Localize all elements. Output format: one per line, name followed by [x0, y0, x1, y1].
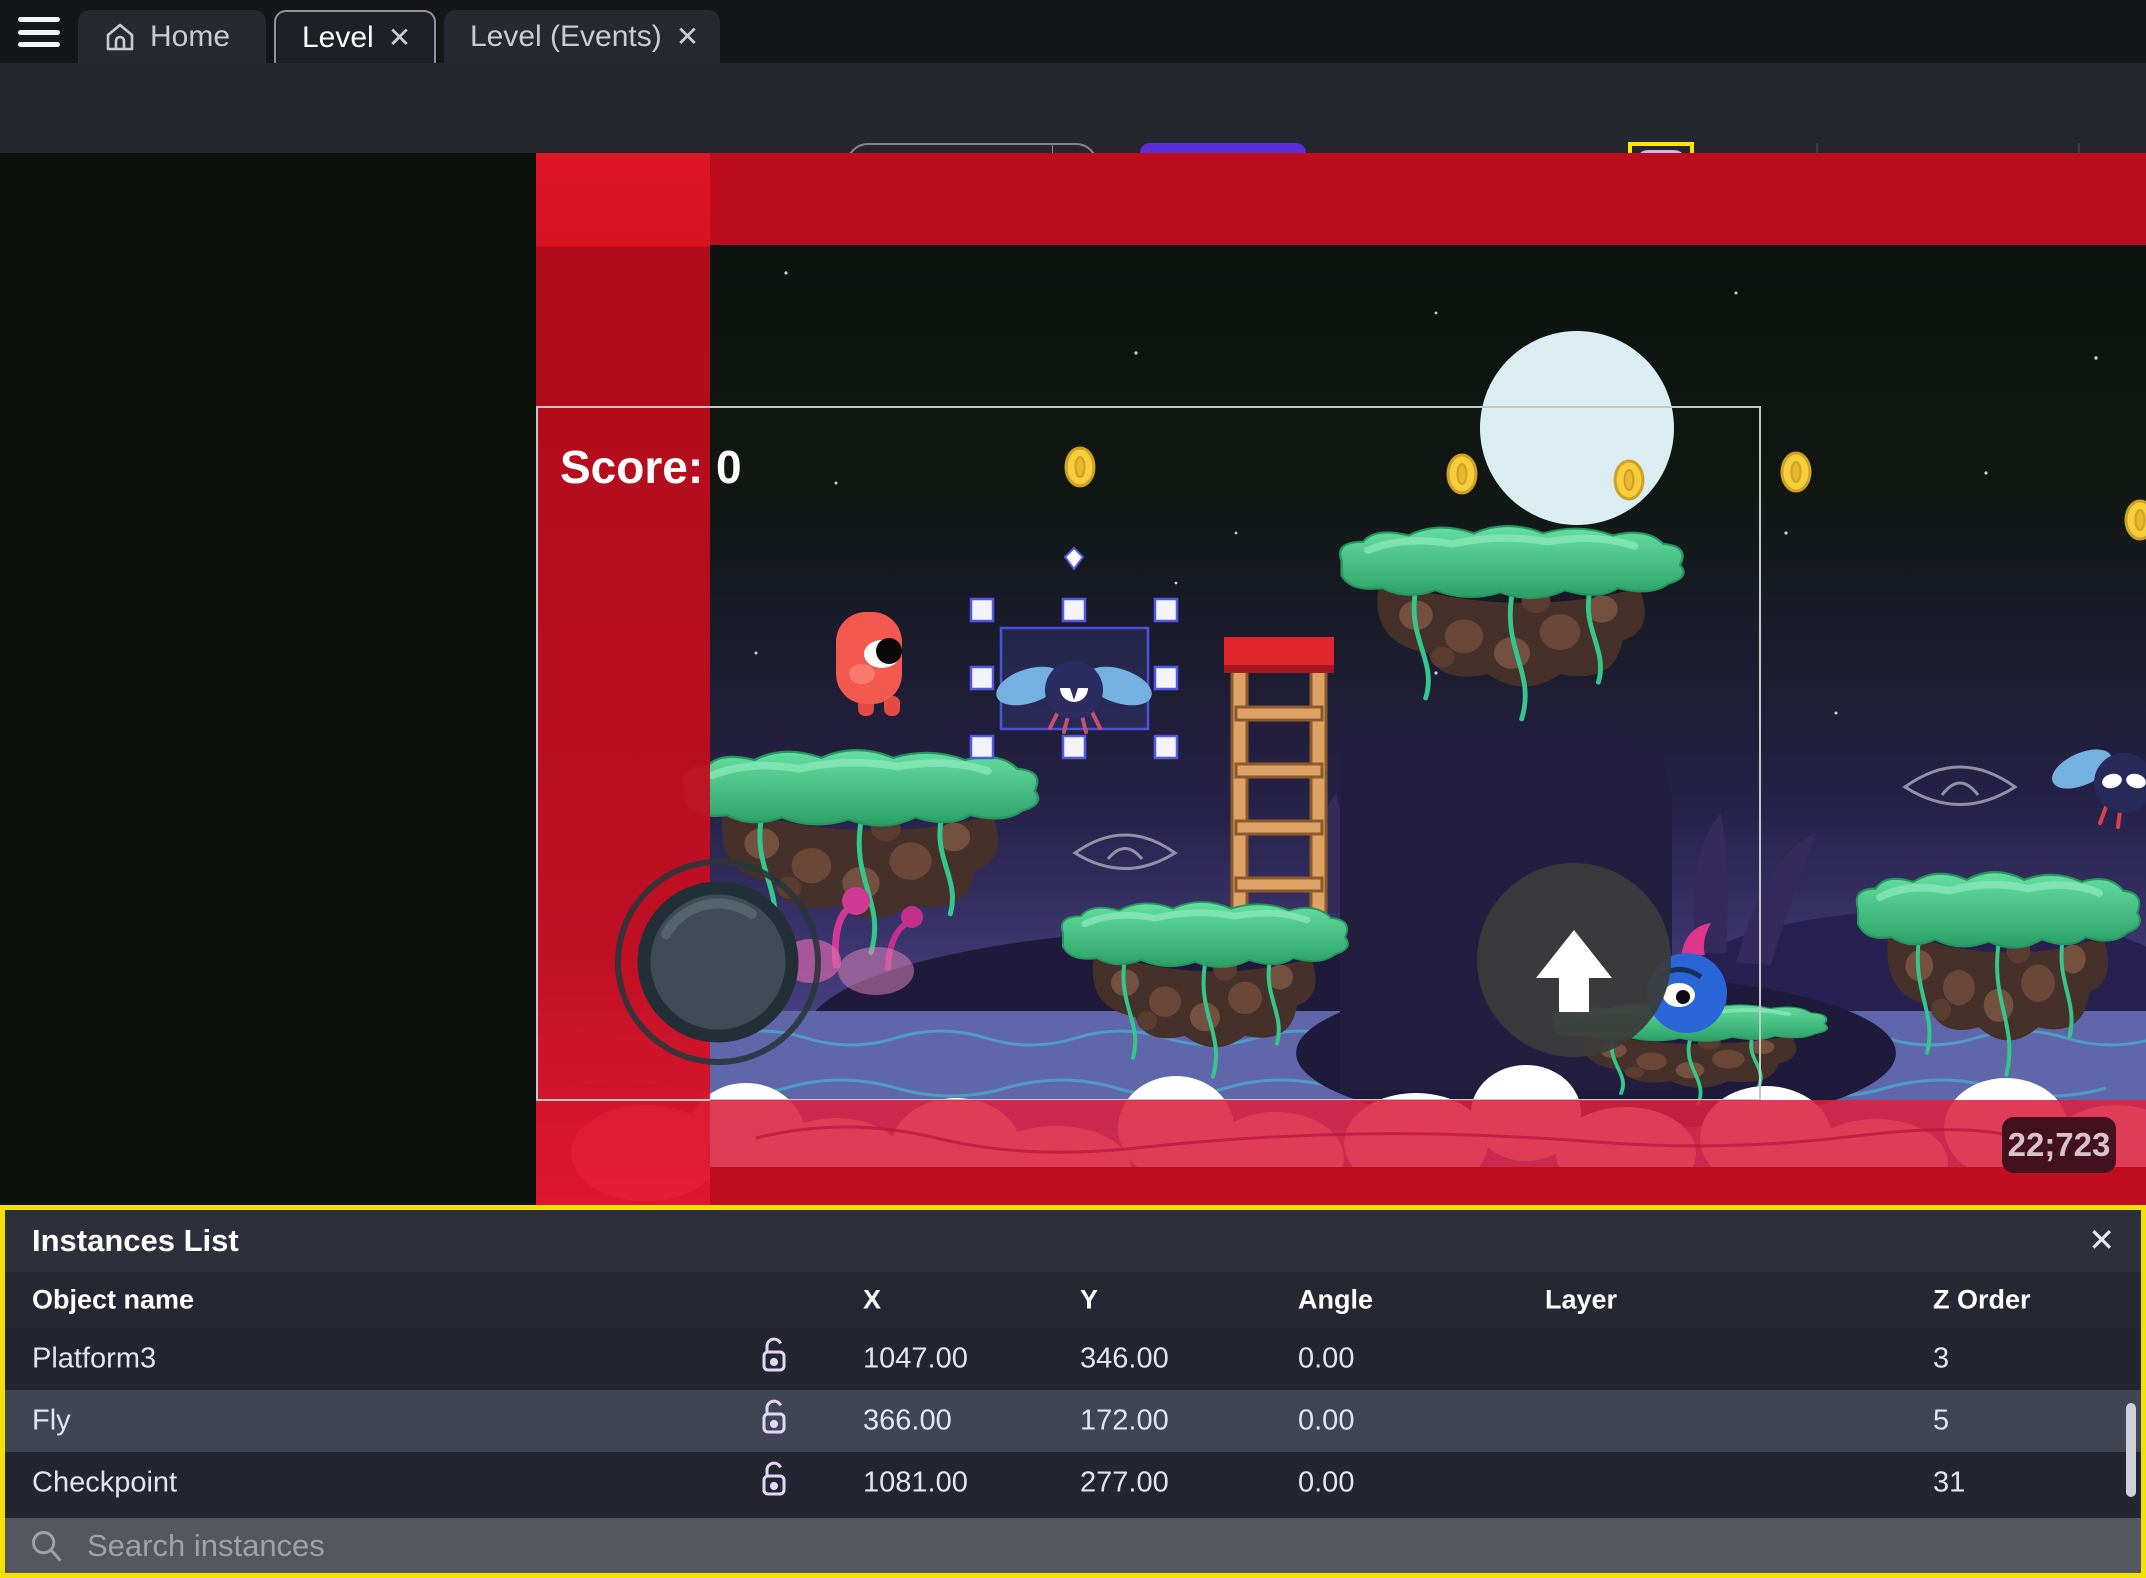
coin	[1780, 451, 1812, 493]
row-y[interactable]: 277.00	[1080, 1467, 1169, 1500]
jump-button[interactable]	[1477, 863, 1671, 1057]
red-overlay-bottom[interactable]	[710, 1100, 2146, 1205]
row-name: Fly	[32, 1404, 71, 1437]
row-angle[interactable]: 0.00	[1298, 1467, 1354, 1500]
col-angle[interactable]: Angle	[1298, 1285, 1373, 1316]
red-strip[interactable]	[536, 153, 710, 1205]
coin	[1064, 446, 1096, 488]
editor-toolbar: Preview Publish	[0, 63, 2146, 212]
row-x[interactable]: 1047.00	[863, 1343, 968, 1376]
coords-text: 22;723	[2008, 1126, 2111, 1163]
search-icon	[32, 1530, 62, 1562]
unlock-icon[interactable]	[757, 1397, 791, 1445]
row-x[interactable]: 366.00	[863, 1405, 952, 1438]
row-name: Checkpoint	[32, 1466, 178, 1499]
cursor-coords-badge: 22;723	[2002, 1117, 2116, 1173]
table-row-platform3[interactable]: Platform3 1047.00 346.00 0.00 3	[5, 1328, 2141, 1390]
tab-level[interactable]: Level ✕	[274, 10, 436, 63]
panel-scrollbar[interactable]	[2126, 1403, 2136, 1497]
red-band-top[interactable]	[710, 153, 2146, 245]
col-x[interactable]: X	[863, 1285, 881, 1316]
row-y[interactable]: 346.00	[1080, 1343, 1169, 1376]
menu-icon[interactable]	[18, 17, 60, 47]
row-angle[interactable]: 0.00	[1298, 1405, 1354, 1438]
tab-level-events-label: Level (Events)	[470, 19, 662, 53]
instances-panel-titlebar: Instances List ✕	[5, 1210, 2141, 1272]
instances-search-bar	[5, 1518, 2141, 1573]
row-z[interactable]: 31	[1933, 1467, 1965, 1500]
col-object-name[interactable]: Object name	[32, 1285, 194, 1316]
coin	[2124, 499, 2146, 541]
joystick[interactable]	[615, 859, 821, 1065]
tab-level-events-close-icon[interactable]: ✕	[676, 22, 699, 51]
score-text: Score: 0	[560, 441, 742, 493]
row-z[interactable]: 5	[1933, 1405, 1949, 1438]
row-angle[interactable]: 0.00	[1298, 1343, 1354, 1376]
search-instances-input[interactable]	[87, 1527, 1887, 1564]
scene-canvas[interactable]: Score: 0 22;723	[536, 153, 2146, 1205]
row-z[interactable]: 3	[1933, 1343, 1949, 1376]
row-name: Platform3	[32, 1342, 157, 1375]
unlock-icon[interactable]	[757, 1335, 791, 1383]
col-y[interactable]: Y	[1080, 1285, 1098, 1316]
instances-table-header: Object name X Y Angle Layer Z Order	[5, 1272, 2141, 1328]
tab-level-label: Level	[302, 20, 374, 54]
unlock-icon[interactable]	[757, 1459, 791, 1507]
tab-level-events[interactable]: Level (Events) ✕	[444, 10, 720, 63]
moon[interactable]	[1480, 331, 1674, 525]
canvas-outside-area[interactable]	[0, 153, 536, 1205]
panel-close-icon[interactable]: ✕	[2088, 1224, 2115, 1256]
coin	[1613, 459, 1645, 501]
row-y[interactable]: 172.00	[1080, 1405, 1169, 1438]
table-row-checkpoint[interactable]: Checkpoint 1081.00 277.00 0.00 31	[5, 1452, 2141, 1514]
row-x[interactable]: 1081.00	[863, 1467, 968, 1500]
col-layer[interactable]: Layer	[1545, 1285, 1617, 1316]
coin	[1446, 453, 1478, 495]
tab-home[interactable]: Home	[78, 10, 266, 63]
home-icon	[106, 23, 134, 50]
ladder-top-cap-shadow	[1224, 665, 1334, 673]
tab-home-label: Home	[150, 19, 231, 53]
tab-bar: Home Level ✕ Level (Events) ✕	[0, 0, 2146, 63]
col-z-order[interactable]: Z Order	[1933, 1285, 2031, 1316]
instances-panel-title: Instances List	[32, 1223, 239, 1258]
table-row-fly-selected[interactable]: Fly 366.00 172.00 0.00 5	[5, 1390, 2141, 1452]
tab-level-close-icon[interactable]: ✕	[388, 23, 411, 52]
instances-panel: Instances List ✕ Object name X Y Angle L…	[0, 1205, 2146, 1578]
